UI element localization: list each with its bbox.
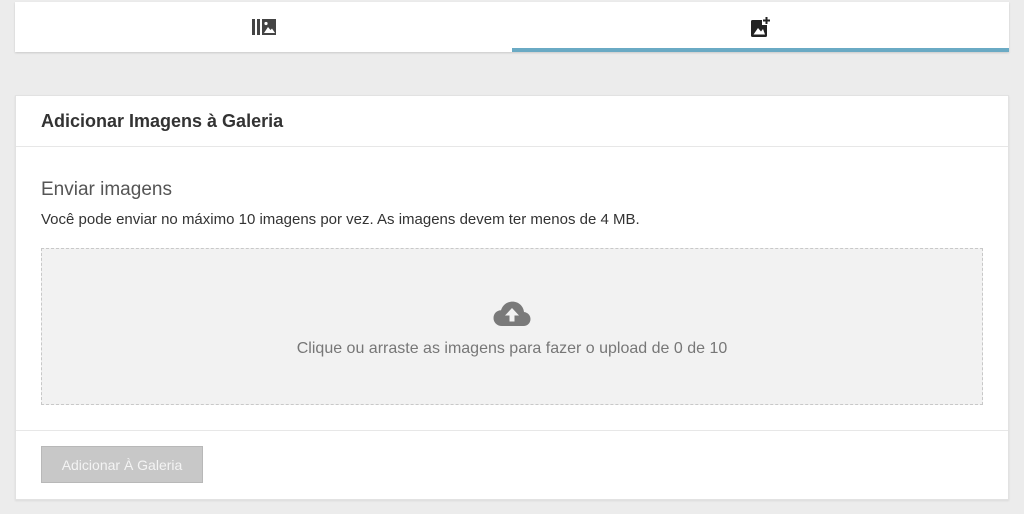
cloud-upload-icon: [493, 301, 531, 332]
card-footer: Adicionar À Galeria: [16, 430, 1008, 499]
dropzone-text: Clique ou arraste as imagens para fazer …: [296, 340, 728, 357]
upload-dropzone[interactable]: Clique ou arraste as imagens para fazer …: [41, 248, 983, 405]
section-help-text: Você pode enviar no máximo 10 imagens po…: [41, 211, 640, 228]
add-to-gallery-button[interactable]: Adicionar À Galeria: [41, 446, 203, 483]
section-title: Enviar imagens: [41, 179, 172, 200]
tab-gallery[interactable]: [15, 2, 512, 52]
tab-bar: [15, 2, 1009, 52]
add-photo-icon: [750, 16, 772, 38]
card-title: Adicionar Imagens à Galeria: [16, 96, 1008, 147]
tab-add-images[interactable]: [512, 2, 1009, 52]
photo-library-icon: [251, 19, 276, 35]
add-images-card: Adicionar Imagens à Galeria Enviar image…: [15, 95, 1009, 500]
